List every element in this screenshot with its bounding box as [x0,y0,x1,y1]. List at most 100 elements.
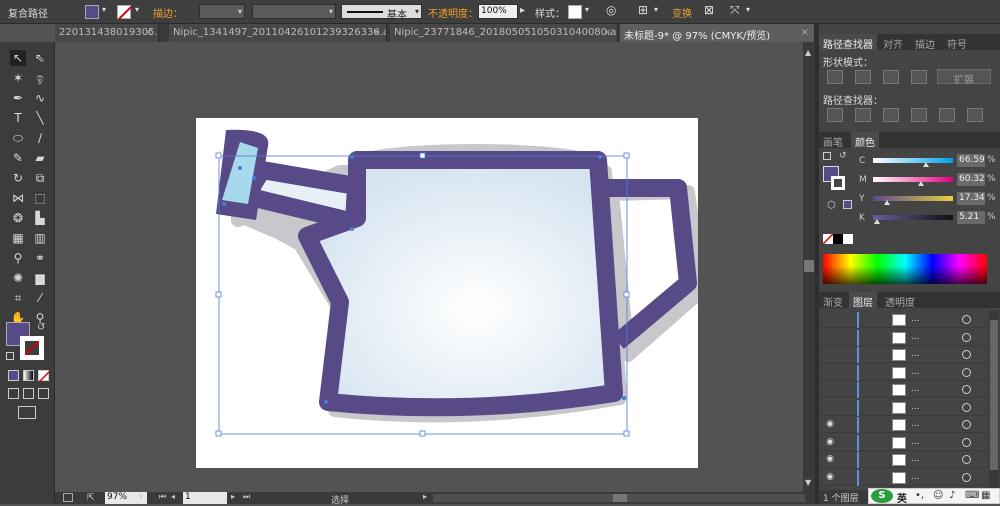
layer-row[interactable]: ◉... [819,434,989,451]
layer-name[interactable]: ... [911,384,920,394]
scroll-up-icon[interactable]: ▲ [805,48,811,57]
target-circle-icon[interactable] [962,420,971,429]
chevron-down-icon[interactable]: ▾ [585,5,589,14]
artboard-tool-icon[interactable]: ⌗ [10,290,26,306]
prev-artboard-icon[interactable]: ◂ [171,492,175,501]
none-color-icon[interactable] [822,233,834,245]
layer-name[interactable]: ... [911,437,920,447]
live-paint-icon[interactable]: ▙ [32,210,48,226]
lasso-icon[interactable]: ඉ [32,70,48,86]
layer-row[interactable]: ◉... [819,417,989,433]
target-circle-icon[interactable] [962,472,971,482]
cyan-slider-row[interactable]: C 66.59 % [819,154,1000,172]
tab-document-1[interactable]: 220131438019305.ai × [55,24,159,42]
black-value[interactable]: 5.21 [957,211,985,224]
voice-icon[interactable]: ♪ [949,490,955,501]
artboard-nav-icon[interactable] [63,493,73,502]
artboard[interactable] [196,118,709,468]
slice-tool-icon[interactable]: ⁄ [32,290,48,306]
paintbrush-icon[interactable]: ∕ [32,130,48,146]
layer-name[interactable]: ... [911,402,920,412]
close-icon[interactable]: × [145,27,153,38]
layer-row[interactable]: ... [819,312,989,328]
visibility-eye-icon[interactable]: ◉ [824,437,836,447]
cyan-knob[interactable] [923,162,930,167]
last-artboard-icon[interactable]: ⏭ [243,492,250,502]
layer-name[interactable]: ... [911,454,920,464]
yellow-slider-row[interactable]: Y 17.34 % [819,192,1000,210]
artboard-number-field[interactable]: 1 [183,492,227,504]
target-circle-icon[interactable] [962,367,971,377]
tab-pathfinder[interactable]: 路径查找器 [819,34,877,51]
scroll-down-icon[interactable]: ▼ [805,478,811,487]
target-circle-icon[interactable] [962,350,971,359]
outline-icon[interactable] [939,108,955,122]
tab-symbols[interactable]: 符号 [943,34,971,51]
style-swatch[interactable] [568,5,582,19]
stroke-label[interactable]: 描边： [153,5,183,20]
visibility-eye-icon[interactable]: ◉ [824,472,836,482]
opacity-label[interactable]: 不透明度： [428,5,478,20]
rotate-tool-icon[interactable]: ↻ [10,170,26,186]
close-icon[interactable]: × [604,27,612,38]
stroke-swatch[interactable] [117,5,132,20]
tab-color[interactable]: 颜色 [851,132,879,149]
unite-icon[interactable] [827,70,843,84]
punctuation-icon[interactable]: •, [915,490,924,501]
align-grid-icon[interactable]: ⊞ [638,3,648,17]
layer-name[interactable]: ... [911,332,920,342]
tab-layers[interactable]: 图层 [849,292,877,309]
draw-inside-icon[interactable] [38,388,49,399]
emoji-icon[interactable]: ☺ [933,490,943,501]
vertical-scrollbar[interactable]: ▲ ▼ [803,42,815,492]
brush-dropdown[interactable]: 基本 ▾ [341,4,422,21]
can-body[interactable] [298,151,623,417]
ime-mode-label[interactable]: 英 [897,490,907,505]
chevron-down-icon[interactable]: ▾ [102,5,106,14]
tab-document-2[interactable]: Nipic_1341497_20110426101239326336.ai* × [169,24,387,42]
layer-row[interactable]: ... [819,364,989,381]
black-slider[interactable] [873,215,953,220]
layer-row[interactable]: ... [819,382,989,398]
layer-name[interactable]: ... [911,472,920,482]
close-icon[interactable]: × [801,27,809,38]
line-tool-icon[interactable]: ╲ [32,110,48,126]
black-knob[interactable] [874,219,881,224]
watering-can-artwork[interactable] [196,118,709,468]
draw-normal-icon[interactable] [8,388,19,399]
screen-mode-icon[interactable] [18,406,36,419]
ellipse-tool-icon[interactable]: ⬭ [10,130,26,146]
layer-row[interactable]: ◉... [819,452,989,468]
tab-brushes[interactable]: 画笔 [819,132,847,149]
blend-tool-icon[interactable]: ⚭ [32,250,48,266]
expand-button[interactable]: 扩展 [937,69,991,86]
layers-scrollbar[interactable] [989,310,999,490]
chevron-down-icon[interactable]: ▾ [746,5,750,14]
chevron-down-icon[interactable]: ▾ [654,5,658,14]
isolate-icon[interactable]: ⤧ [730,3,740,18]
direct-selection-tool-icon[interactable]: ⇖ [32,50,48,66]
tab-document-4[interactable]: 未标题-9* @ 97% (CMYK/预览) × [620,24,815,42]
default-colors-icon[interactable] [6,352,14,360]
target-circle-icon[interactable] [962,437,971,447]
magenta-value[interactable]: 60.32 [957,173,985,186]
magenta-slider-row[interactable]: M 60.32 % [819,173,1000,191]
target-circle-icon[interactable] [962,455,971,464]
pencil-icon[interactable]: ✎ [10,150,26,166]
recolor-icon[interactable]: ◎ [606,3,616,17]
draw-behind-icon[interactable] [23,388,34,399]
layer-row[interactable]: ... [819,329,989,346]
transform-label[interactable]: 变换 [672,5,692,20]
close-icon[interactable]: × [373,27,381,38]
eyedropper-icon[interactable]: ⚲ [10,250,26,266]
gradient-tool-icon[interactable]: ▥ [32,230,48,246]
chevron-down-icon[interactable]: ▾ [139,492,143,501]
first-artboard-icon[interactable]: ⏮ [159,492,166,502]
yellow-value[interactable]: 17.34 [957,192,985,205]
layer-name[interactable]: ... [911,349,920,359]
selection-tool-icon[interactable]: ↖ [10,50,26,66]
share-icon[interactable]: ⇱ [87,493,95,503]
swap-colors-icon[interactable]: ↺ [37,322,45,333]
layer-name[interactable]: ... [911,367,920,377]
cyan-slider[interactable] [873,158,953,163]
